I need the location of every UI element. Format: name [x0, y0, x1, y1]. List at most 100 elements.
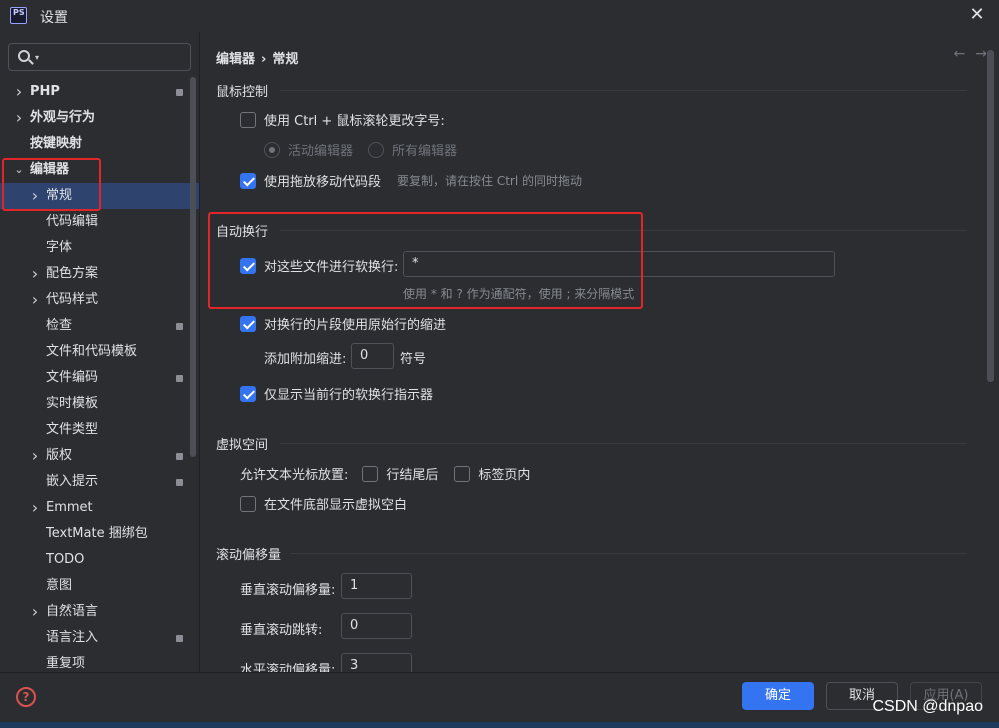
- show-bottom-row[interactable]: 在文件底部显示虚拟空白: [240, 494, 407, 513]
- extra-indent-input[interactable]: 0: [351, 343, 394, 369]
- chevron-right-icon[interactable]: ›: [29, 495, 41, 521]
- vertical-jump-input[interactable]: 0: [341, 613, 412, 639]
- breadcrumb-editor[interactable]: 编辑器: [216, 52, 255, 67]
- extra-indent-unit: 符号: [400, 352, 427, 367]
- current-line-indicator-label: 仅显示当前行的软换行指示器: [264, 388, 434, 403]
- ok-button[interactable]: 确定: [742, 682, 814, 710]
- tree-item-label: 意图: [46, 578, 73, 593]
- drag-move-hint: 要复制，请在按住 Ctrl 的同时拖动: [397, 174, 582, 188]
- original-indent-row[interactable]: 对换行的片段使用原始行的缩进: [240, 314, 446, 333]
- clipped-row: 水平滚动偏移量: 3: [200, 647, 987, 672]
- drag-move-label: 使用拖放移动代码段: [264, 175, 382, 190]
- drag-move-checkbox[interactable]: [240, 172, 256, 189]
- tree-item-label: 代码样式: [46, 292, 99, 307]
- tree-item[interactable]: 意图: [0, 573, 199, 599]
- tree-item[interactable]: 检查: [0, 313, 199, 339]
- tree-item[interactable]: 嵌入提示: [0, 469, 199, 495]
- tree-item[interactable]: › 自然语言: [0, 599, 199, 625]
- chevron-right-icon[interactable]: ›: [29, 287, 41, 313]
- tree-item[interactable]: 实时模板: [0, 391, 199, 417]
- tree-item-label: 嵌入提示: [46, 474, 99, 489]
- drag-move-row[interactable]: 使用拖放移动代码段 要复制，请在按住 Ctrl 的同时拖动: [240, 171, 582, 190]
- close-icon[interactable]: ✕: [967, 5, 987, 25]
- tree-item[interactable]: › 代码样式: [0, 287, 199, 313]
- tree-item[interactable]: 文件类型: [0, 417, 199, 443]
- sidebar-scrollbar[interactable]: [190, 77, 196, 457]
- vertical-offset-input[interactable]: 1: [341, 573, 412, 599]
- tree-item[interactable]: › Emmet: [0, 495, 199, 521]
- chevron-down-icon[interactable]: ▾: [35, 53, 39, 62]
- chevron-right-icon[interactable]: ›: [13, 79, 25, 105]
- window-title: 设置: [40, 10, 68, 26]
- settings-sidebar: ▾ › PHP › 外观与行为 按键映射 ⌄ 编辑器 › 常规 代码编辑 字体 › 配色方案 › 代码样式检…: [0, 32, 200, 672]
- tree-item-label: 按键映射: [30, 136, 83, 151]
- tree-item-label: 文件和代码模板: [46, 344, 138, 359]
- tree-item[interactable]: 文件编码: [0, 365, 199, 391]
- tree-item[interactable]: 文件和代码模板: [0, 339, 199, 365]
- settings-search[interactable]: ▾: [8, 43, 191, 71]
- phpstorm-logo-icon: PS: [10, 7, 27, 24]
- tree-item[interactable]: 代码编辑: [0, 209, 199, 235]
- forward-arrow-icon[interactable]: →: [975, 46, 987, 62]
- active-editor-label: 活动编辑器: [288, 144, 354, 159]
- breadcrumb-separator: ›: [261, 52, 267, 67]
- tree-item-label: 代码编辑: [46, 214, 99, 229]
- tree-item[interactable]: › 配色方案: [0, 261, 199, 287]
- highlight-box-softwrap: [208, 212, 643, 309]
- inside-tabs-label: 标签页内: [478, 468, 531, 483]
- project-scope-icon: [176, 635, 183, 642]
- horizontal-offset-input[interactable]: 3: [341, 653, 412, 672]
- project-scope-icon: [176, 323, 183, 330]
- tree-item[interactable]: TODO: [0, 547, 199, 573]
- tree-item-label: Emmet: [46, 500, 93, 515]
- search-input[interactable]: [43, 47, 183, 67]
- all-editors-radio: [368, 141, 384, 158]
- project-scope-icon: [176, 453, 183, 460]
- dialog-footer: ? 确定 取消 应用(A): [0, 672, 999, 722]
- tree-item[interactable]: › 外观与行为: [0, 105, 199, 131]
- original-indent-checkbox[interactable]: [240, 315, 256, 332]
- horizontal-offset-label: 水平滚动偏移量:: [240, 663, 336, 672]
- tree-item[interactable]: › PHP: [0, 79, 199, 105]
- show-bottom-label: 在文件底部显示虚拟空白: [264, 498, 408, 513]
- virtual-section-title: 虚拟空间: [216, 438, 269, 453]
- ctrl-wheel-label: 使用 Ctrl + 鼠标滚轮更改字号:: [264, 114, 445, 129]
- title-bar: PS 设置 ✕: [0, 0, 999, 32]
- extra-indent-label: 添加附加缩进:: [264, 352, 347, 367]
- tree-item[interactable]: 字体: [0, 235, 199, 261]
- current-line-indicator-row[interactable]: 仅显示当前行的软换行指示器: [240, 384, 433, 403]
- tree-item[interactable]: 语言注入: [0, 625, 199, 651]
- mouse-section-title: 鼠标控制: [216, 85, 269, 100]
- after-eol-label: 行结尾后: [386, 468, 439, 483]
- tree-item-label: TODO: [46, 552, 85, 567]
- chevron-right-icon[interactable]: ›: [29, 599, 41, 625]
- highlight-box-editor: [2, 158, 101, 211]
- tree-item[interactable]: › 版权: [0, 443, 199, 469]
- allow-caret-row: 允许文本光标放置: 行结尾后 标签页内: [240, 464, 530, 483]
- tree-item-label: 实时模板: [46, 396, 99, 411]
- breadcrumb-general: 常规: [272, 52, 299, 67]
- project-scope-icon: [176, 89, 183, 96]
- vertical-jump-label: 垂直滚动跳转:: [240, 623, 323, 638]
- tree-item[interactable]: 按键映射: [0, 131, 199, 157]
- tree-item-label: 语言注入: [46, 630, 99, 645]
- chevron-right-icon[interactable]: ›: [13, 105, 25, 131]
- content-scrollbar[interactable]: [987, 50, 994, 382]
- current-line-indicator-checkbox[interactable]: [240, 385, 256, 402]
- show-bottom-checkbox[interactable]: [240, 495, 256, 512]
- chevron-right-icon[interactable]: ›: [29, 261, 41, 287]
- back-arrow-icon[interactable]: ←: [954, 46, 966, 62]
- all-editors-label: 所有编辑器: [392, 144, 458, 159]
- ctrl-wheel-checkbox[interactable]: [240, 111, 256, 128]
- nav-arrows: ← →: [944, 46, 987, 62]
- help-icon[interactable]: ?: [16, 687, 36, 707]
- project-scope-icon: [176, 479, 183, 486]
- chevron-right-icon[interactable]: ›: [29, 443, 41, 469]
- bottom-strip: [0, 722, 999, 728]
- tree-item[interactable]: TextMate 捆绑包: [0, 521, 199, 547]
- ctrl-wheel-row[interactable]: 使用 Ctrl + 鼠标滚轮更改字号:: [240, 110, 445, 129]
- after-eol-checkbox[interactable]: [362, 465, 379, 482]
- tree-item-label: TextMate 捆绑包: [46, 526, 148, 541]
- inside-tabs-checkbox[interactable]: [454, 465, 471, 482]
- tree-item-label: PHP: [30, 84, 60, 99]
